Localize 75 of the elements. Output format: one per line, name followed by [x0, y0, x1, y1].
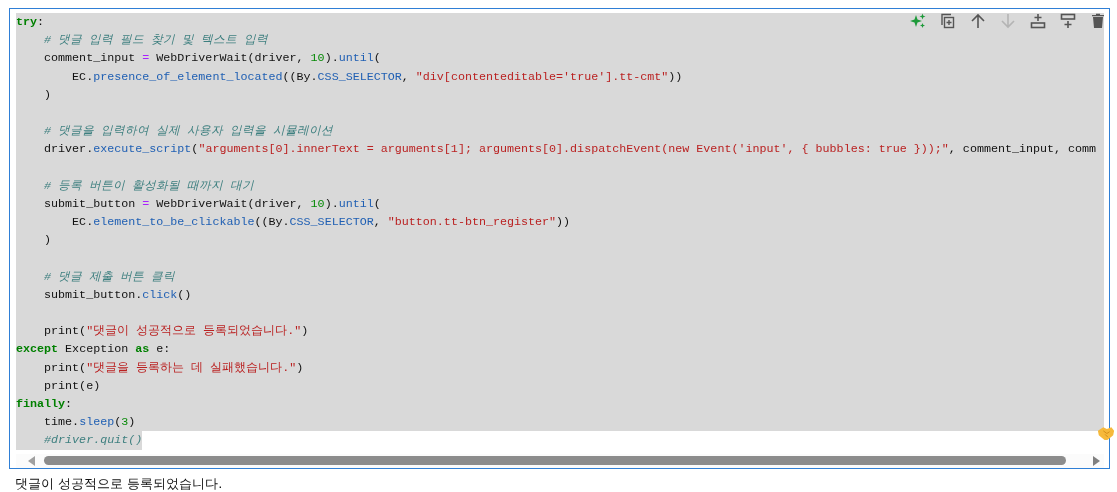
code-token: presence_of_element_located: [93, 69, 283, 84]
cell-output: 댓글이 성공적으로 등록되었습니다.: [15, 474, 224, 492]
code-token: )): [668, 69, 683, 84]
code-token: element_to_be_clickable: [93, 215, 255, 230]
code-token: as: [135, 342, 150, 357]
code-token: execute_script: [93, 142, 192, 157]
code-token: "댓글이 성공적으로 등록되었습니다.": [86, 324, 302, 339]
code-token: "div[contenteditable='true'].tt-cmt": [415, 69, 669, 84]
code-token: ): [128, 415, 136, 430]
code-token: 10: [310, 51, 325, 66]
code-token: =: [142, 196, 150, 211]
scrollbar-thumb[interactable]: [44, 456, 1066, 465]
code-token: (: [114, 415, 122, 430]
code-token: ): [43, 87, 52, 102]
code-token: ,: [373, 215, 382, 230]
code-token: ((By.: [254, 215, 290, 230]
code-token: comment_input: [43, 51, 137, 66]
code-token: "arguments[0].innerText = arguments[1]; arguments[0].dispatchEvent(new Event('input', { bubbles: true }));": [198, 142, 949, 157]
code-token: submit_button: [43, 196, 137, 211]
code-token: # 등록 버튼이 활성화될 때까지 대기: [43, 178, 255, 193]
code-token: EC.: [71, 69, 94, 84]
code-token: CSS_SELECTOR: [317, 69, 402, 84]
code-token: :: [37, 15, 45, 29]
code-token: "댓글을 등록하는 데 실패했습니다.": [86, 360, 297, 375]
code-token: WebDriverWait(driver,: [155, 196, 305, 211]
code-token: sleep: [79, 415, 115, 430]
code-token: (: [191, 142, 199, 157]
handshake-icon: [1097, 425, 1115, 442]
code-token: :: [65, 396, 73, 411]
code-token: (: [373, 196, 381, 211]
code-token: ).: [324, 196, 339, 211]
move-up-icon[interactable]: [970, 13, 986, 29]
code-token: )): [556, 215, 571, 230]
code-token: until: [338, 196, 374, 211]
code-token: # 댓글을 입력하여 실제 사용자 입력을 시뮬레이션: [43, 124, 334, 139]
horizontal-scrollbar[interactable]: [16, 453, 1104, 468]
ai-sparkle-icon[interactable]: [910, 13, 926, 29]
code-token: CSS_SELECTOR: [289, 215, 374, 230]
code-token: ): [43, 233, 52, 248]
code-token: submit_button.: [43, 287, 143, 302]
copy-icon[interactable]: [940, 13, 956, 29]
insert-below-icon[interactable]: [1060, 13, 1076, 29]
delete-icon[interactable]: [1090, 13, 1106, 29]
scroll-left-icon[interactable]: [28, 455, 36, 466]
code-token: print(e): [43, 378, 101, 393]
scroll-right-icon[interactable]: [1092, 455, 1100, 466]
code-token: (): [177, 287, 192, 302]
code-token: click: [142, 287, 178, 302]
code-token: =: [142, 51, 150, 66]
code-token: driver.: [43, 142, 94, 157]
code-token: print(: [43, 324, 87, 339]
code-token: ).: [324, 51, 339, 66]
code-token: Exception: [64, 342, 130, 357]
code-token: # 댓글 제출 버튼 클릭: [43, 269, 176, 284]
code-token: (: [373, 51, 381, 66]
code-token: ,: [401, 69, 410, 84]
code-token: except: [16, 342, 59, 357]
code-token: ((By.: [282, 69, 318, 84]
code-token: EC.: [71, 215, 94, 230]
code-token: try: [16, 15, 38, 29]
code-token: e:: [155, 342, 171, 357]
code-token: #driver.quit(): [43, 433, 143, 448]
code-token: 3: [121, 415, 129, 430]
code-token: time.: [43, 415, 80, 430]
insert-above-icon[interactable]: [1030, 13, 1046, 29]
code-token: ): [296, 360, 304, 375]
code-token: 10: [310, 196, 325, 211]
code-token: finally: [16, 396, 66, 411]
code-token: "button.tt-btn_register": [387, 215, 557, 230]
code-token: , comment_input, comm: [948, 142, 1097, 157]
code-token: until: [338, 51, 374, 66]
code-token: # 댓글 입력 필드 찾기 및 텍스트 입력: [43, 33, 269, 48]
code-token: ): [301, 324, 309, 339]
code-token: print(: [43, 360, 87, 375]
code-token: WebDriverWait(driver,: [155, 51, 305, 66]
